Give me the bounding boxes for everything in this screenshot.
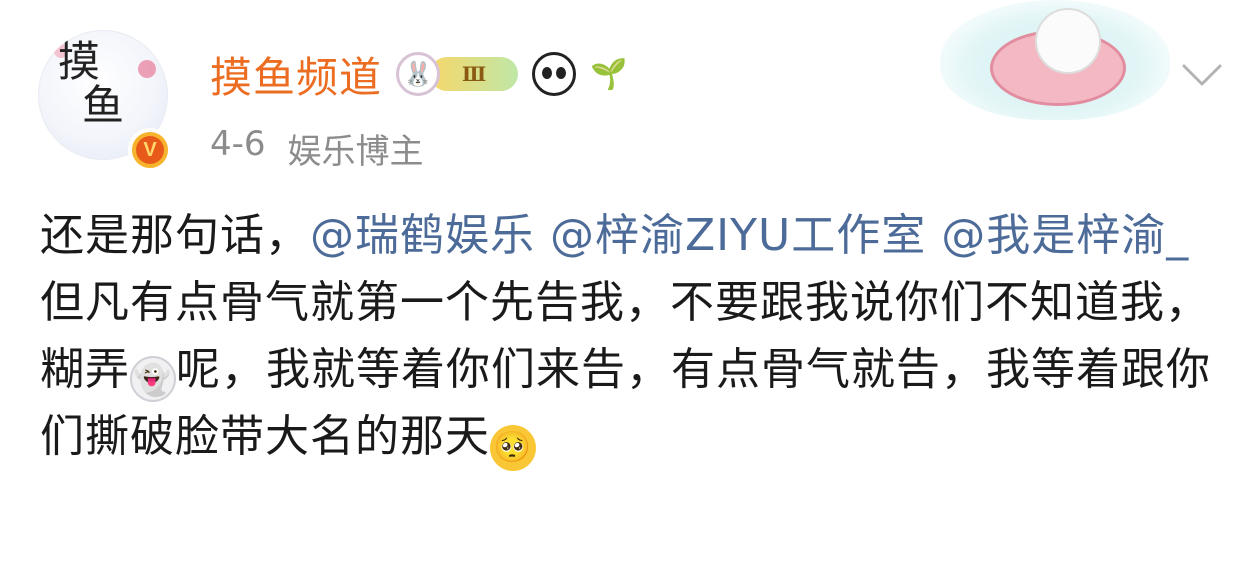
ghost-emoji-icon: 👻	[130, 356, 176, 402]
fan-level-badge[interactable]: 🐰 Ⅲ	[396, 52, 519, 96]
author-name-row: 摸鱼频道 🐰 Ⅲ 🌱	[210, 46, 627, 102]
mention-link[interactable]: @梓渝ZIYU工作室	[550, 210, 926, 261]
post-text-3: 呢，我就等着你们来告，有点骨气就告，我等着跟你们撕破脸带大名的那天	[40, 344, 1211, 462]
rabbit-icon: 🐰	[396, 52, 441, 96]
decoration-sticker-bear-float	[940, 0, 1170, 120]
mention-link[interactable]: @我是梓渝_	[941, 210, 1189, 261]
mention-link[interactable]: @瑞鹤娱乐	[310, 210, 535, 261]
verified-badge-icon: V	[128, 128, 172, 172]
post-text-1: 还是那句话，	[40, 210, 310, 261]
avatar-blossom-decoration	[138, 60, 156, 78]
sprout-icon[interactable]: 🌱	[590, 57, 627, 92]
post-meta: 4-6 娱乐博主	[210, 124, 424, 173]
chevron-down-icon[interactable]	[1180, 60, 1224, 90]
polar-bear-icon	[1035, 8, 1101, 74]
post-date: 4-6	[210, 124, 266, 164]
author-role: 娱乐博主	[287, 132, 424, 172]
pleading-emoji-icon: 🥺	[490, 425, 536, 471]
username[interactable]: 摸鱼频道	[210, 44, 382, 105]
post-content: 还是那句话，@瑞鹤娱乐 @梓渝ZIYU工作室 @我是梓渝_ 但凡有点骨气就第一个…	[40, 202, 1220, 471]
rank-level-icon: Ⅲ	[430, 57, 519, 91]
avatar-calligraphy: 摸鱼	[58, 37, 125, 131]
panda-icon[interactable]	[532, 52, 577, 96]
